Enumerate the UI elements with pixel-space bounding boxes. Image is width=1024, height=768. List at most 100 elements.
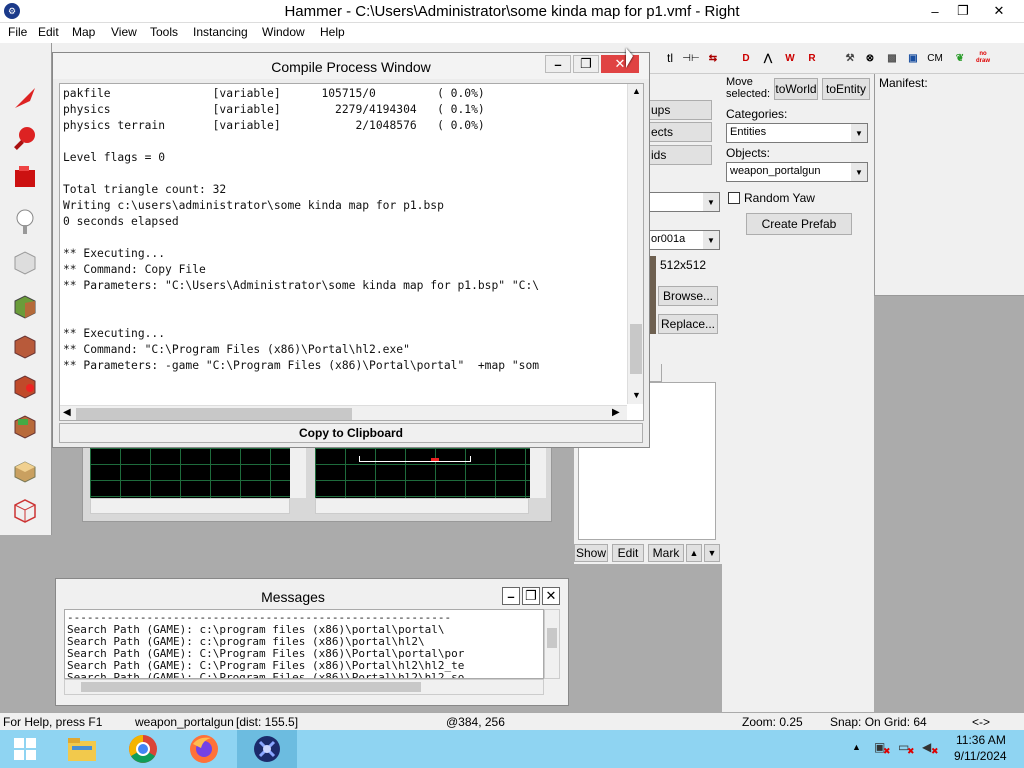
display-helpers-icon[interactable]: D <box>738 50 754 66</box>
messages-scroll-thumb[interactable] <box>547 628 557 648</box>
viewport-left-hscroll[interactable] <box>90 498 290 514</box>
magnify-tool-icon[interactable] <box>5 119 45 157</box>
clip-tool-icon[interactable] <box>5 451 45 489</box>
viewport-right-hscroll[interactable] <box>315 498 529 514</box>
menu-view[interactable]: View <box>111 25 137 39</box>
scroll-right-arrow-icon[interactable]: ▶ <box>612 407 620 418</box>
groups-tab[interactable]: ups <box>648 100 712 120</box>
compile-window-caption[interactable]: Compile Process Window – ❐ ✕ <box>53 53 649 79</box>
messages-log[interactable]: ----------------------------------------… <box>64 609 544 679</box>
compile-log[interactable]: pakfile [variable] 105715/0 ( 0.0%) phys… <box>59 83 644 421</box>
compile-maximize-button[interactable]: ❐ <box>573 55 599 73</box>
chrome-icon[interactable] <box>113 730 173 768</box>
texture-group-select[interactable]: ▼ <box>648 192 720 212</box>
random-yaw-label[interactable]: Random Yaw <box>744 191 815 205</box>
compile-process-window[interactable]: Compile Process Window – ❐ ✕ pakfile [va… <box>52 52 650 448</box>
menu-file[interactable]: File <box>8 25 27 39</box>
camera-tool-icon[interactable] <box>5 159 45 197</box>
compile-minimize-button[interactable]: – <box>545 55 571 73</box>
messages-close-button[interactable]: ✕ <box>542 587 560 605</box>
overlay-icon[interactable]: ⊗ <box>862 50 878 66</box>
texture-tool-icon[interactable] <box>5 287 45 325</box>
visgroup-edit-button[interactable]: Edit <box>612 544 644 562</box>
scroll-up-arrow-icon[interactable]: ▲ <box>632 86 641 96</box>
visgroup-show-button[interactable]: Show <box>574 544 608 562</box>
messages-maximize-button[interactable]: ❐ <box>522 587 540 605</box>
decal-icon[interactable]: ▩ <box>884 50 900 66</box>
overlay-tool-icon[interactable] <box>5 407 45 445</box>
messages-window[interactable]: Messages – ❐ ✕ -------------------------… <box>55 578 569 706</box>
apply-texture-icon[interactable] <box>5 327 45 365</box>
solids-tab[interactable]: ids <box>648 145 712 165</box>
compile-log-text: pakfile [variable] 105715/0 ( 0.0%) phys… <box>63 87 540 372</box>
block-tool-icon[interactable] <box>5 243 45 281</box>
scroll-left-arrow-icon[interactable]: ◀ <box>63 407 71 418</box>
selection-tool-icon[interactable] <box>5 79 45 117</box>
copy-to-clipboard-button[interactable]: Copy to Clipboard <box>59 423 643 443</box>
decal-tool-icon[interactable] <box>5 367 45 405</box>
compile-close-button[interactable]: ✕ <box>601 55 639 73</box>
objects-select[interactable]: weapon_portalgun ▼ <box>726 162 868 182</box>
compile-log-hscroll[interactable]: ◀ ▶ <box>60 405 627 420</box>
display-icon[interactable]: ▭ ✖ <box>898 740 915 756</box>
network-x-icon[interactable]: ▣ ✖ <box>874 740 891 756</box>
entity-tool-icon[interactable] <box>5 203 45 241</box>
text-toggle-icon[interactable]: tl <box>662 50 678 66</box>
messages-hscroll[interactable] <box>64 679 544 695</box>
arrow-toggle-icon[interactable]: ⊣⊢ <box>682 50 699 66</box>
categories-select[interactable]: Entities ▼ <box>726 123 868 143</box>
browse-button[interactable]: Browse... <box>658 286 718 306</box>
create-prefab-button[interactable]: Create Prefab <box>746 213 852 235</box>
status-selection: weapon_portalgun <box>135 715 234 729</box>
menu-map[interactable]: Map <box>72 25 95 39</box>
messages-minimize-button[interactable]: – <box>502 587 520 605</box>
vertex-tool-icon[interactable] <box>5 491 45 529</box>
show-hidden-icons[interactable]: ▲ <box>852 742 861 752</box>
random-yaw-checkbox[interactable] <box>728 192 740 204</box>
menu-tools[interactable]: Tools <box>150 25 178 39</box>
menu-edit[interactable]: Edit <box>38 25 59 39</box>
hscroll-thumb[interactable] <box>76 408 352 420</box>
close-button[interactable]: ✕ <box>976 0 1022 22</box>
visgroup-up-button[interactable]: ▲ <box>686 544 702 562</box>
minimize-button[interactable]: – <box>920 0 950 22</box>
menu-instancing[interactable]: Instancing <box>193 25 248 39</box>
visgroup-down-button[interactable]: ▼ <box>704 544 720 562</box>
cubemap-text-icon[interactable]: CM <box>927 50 943 66</box>
viewport-right[interactable] <box>315 448 531 498</box>
3d-models-icon[interactable]: ⋀ <box>760 50 776 66</box>
nodraw-icon[interactable]: no draw <box>974 49 992 67</box>
viewport-left[interactable] <box>90 448 306 498</box>
scroll-thumb[interactable] <box>630 324 642 374</box>
leaf-icon[interactable]: ❦ <box>952 50 968 66</box>
compile-log-vscroll[interactable]: ▲ ▼ <box>627 84 643 404</box>
current-texture-select[interactable]: or001a ▼ <box>648 230 720 250</box>
auto-visgroups-icon[interactable]: W <box>782 50 798 66</box>
clock-time[interactable]: 11:36 AM <box>956 733 1006 747</box>
cubemap-toggle-icon[interactable]: ▣ <box>905 50 921 66</box>
menu-window[interactable]: Window <box>262 25 305 39</box>
viewport-left-vscroll[interactable] <box>290 448 306 498</box>
restore-button[interactable]: ❐ <box>948 0 978 22</box>
start-button[interactable] <box>0 730 50 768</box>
menu-help[interactable]: Help <box>320 25 345 39</box>
clock-date[interactable]: 9/11/2024 <box>954 749 1007 763</box>
viewport-right-vscroll[interactable] <box>530 448 546 498</box>
messages-vscroll[interactable] <box>544 609 560 679</box>
hammer-taskbar-icon[interactable] <box>237 730 297 768</box>
replace-button[interactable]: Replace... <box>658 314 718 334</box>
file-explorer-icon[interactable] <box>52 730 112 768</box>
selected-entity-box[interactable] <box>359 456 471 462</box>
flip-icon[interactable]: ⇆ <box>705 50 721 66</box>
volume-muted-icon[interactable]: ◀ ✖ <box>922 740 939 756</box>
to-world-button[interactable]: toWorld <box>774 78 818 100</box>
objects-tab[interactable]: ects <box>648 122 712 142</box>
to-entity-button[interactable]: toEntity <box>822 78 870 100</box>
title-bar[interactable]: ⚙ Hammer - C:\Users\Administrator\some k… <box>0 0 1024 23</box>
firefox-icon[interactable] <box>174 730 234 768</box>
scroll-down-arrow-icon[interactable]: ▼ <box>632 390 641 400</box>
messages-hscroll-thumb[interactable] <box>81 682 421 692</box>
hide-tool-icon[interactable]: ⚒ <box>842 50 858 66</box>
visgroup-mark-button[interactable]: Mark <box>648 544 684 562</box>
radius-culling-icon[interactable]: R <box>804 50 820 66</box>
